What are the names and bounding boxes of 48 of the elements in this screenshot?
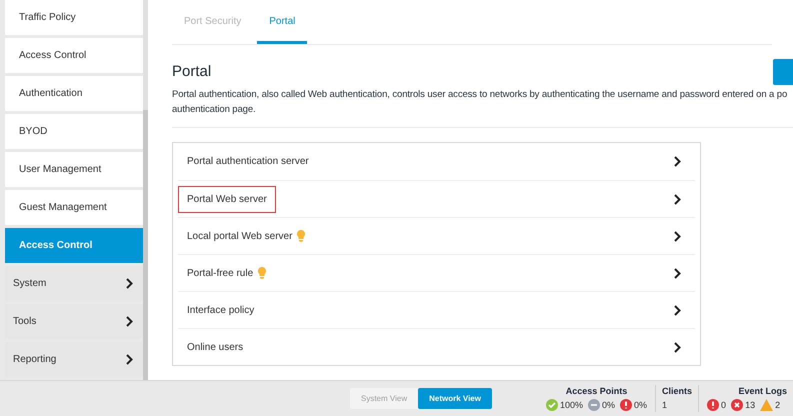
menu-label: Local portal Web server — [187, 230, 292, 244]
chevron-right-icon — [674, 230, 681, 242]
sidebar-item[interactable]: BYOD — [5, 114, 143, 149]
chevron-right-icon — [126, 316, 133, 327]
stat-value: 2 — [775, 398, 780, 412]
section-title: Portal — [172, 62, 212, 82]
menu-label: Portal Web server — [178, 186, 276, 212]
menu-label: Online users — [187, 340, 244, 354]
stat-value: 13 — [745, 398, 756, 412]
sidebar-item[interactable]: Guest Management — [5, 190, 143, 225]
menu-label: Portal-free rule — [187, 266, 254, 280]
menu-row[interactable]: Portal-free rule — [178, 254, 695, 291]
chevron-right-icon — [674, 194, 681, 204]
menu-row[interactable]: Local portal Web server — [178, 217, 695, 254]
sidebar-item[interactable]: Access Control — [5, 38, 143, 73]
stat-heading: Event Logs — [738, 385, 787, 398]
chevron-right-icon — [674, 268, 681, 278]
sidebar-item[interactable]: Traffic Policy — [5, 0, 143, 35]
error-icon — [731, 399, 744, 412]
sidebar-item[interactable]: User Management — [5, 152, 143, 187]
description-text: authentication page. — [172, 103, 257, 117]
action-button[interactable] — [773, 59, 793, 85]
warning-icon — [760, 399, 774, 412]
description-text: Portal authentication, also called Web authentication, controls user access to networks by authenticating the username and password entered on a po — [172, 88, 788, 102]
stat-heading: Access Points — [566, 385, 628, 398]
sidebar-item[interactable]: Authentication — [5, 76, 143, 111]
menu-row[interactable]: Online users — [178, 328, 695, 365]
chevron-right-icon — [126, 278, 133, 289]
chevron-right-icon — [674, 304, 681, 316]
chevron-right-icon — [126, 354, 133, 365]
menu-row[interactable]: Portal Web server — [178, 180, 695, 217]
stat-value: 0 — [721, 398, 726, 412]
minus-icon — [588, 399, 600, 412]
chevron-right-icon — [674, 342, 681, 352]
menu-row[interactable]: Interface policy — [178, 291, 695, 328]
stat-value: 100% — [560, 398, 583, 412]
chevron-right-icon — [674, 156, 681, 167]
stat-value: 0% — [602, 398, 616, 412]
menu-row[interactable]: Portal authentication server — [178, 143, 695, 180]
alert-icon — [620, 399, 632, 412]
menu-label: Portal authentication server — [187, 155, 309, 169]
stat-value: 0% — [634, 398, 648, 412]
stat-heading: Clients — [662, 385, 692, 398]
scrollbar-thumb[interactable] — [143, 110, 148, 380]
stat-value: 1 — [662, 398, 668, 412]
check-icon — [546, 399, 558, 412]
menu-label: Interface policy — [187, 304, 254, 318]
alert-icon — [707, 399, 720, 412]
